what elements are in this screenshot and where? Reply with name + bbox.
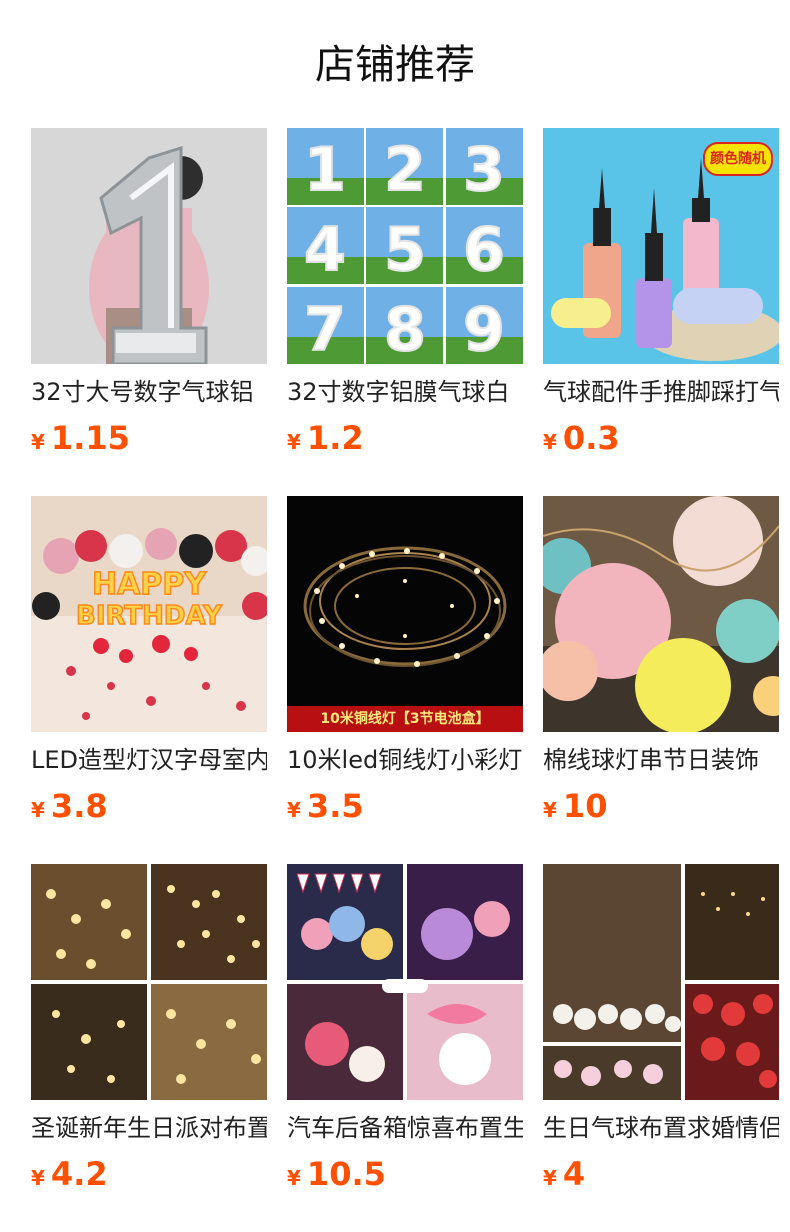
svg-text:5: 5 <box>384 215 426 285</box>
product-price: ¥1.15 <box>31 416 130 460</box>
page-title: 店铺推荐 <box>315 42 475 88</box>
product-card[interactable]: 生日气球布置求婚情侣 ¥4 <box>543 864 779 1204</box>
product-banner: 10米铜线灯【3节电池盒】 <box>287 706 523 732</box>
currency-symbol: ¥ <box>543 1166 557 1190</box>
product-name[interactable]: 32寸大号数字气球铝 <box>31 376 267 408</box>
svg-text:9: 9 <box>463 295 505 364</box>
svg-text:7: 7 <box>304 295 346 364</box>
color-random-badge: 颜色随机 <box>703 142 773 176</box>
product-card[interactable]: 棉线球灯串节日装饰 ¥10 <box>543 496 779 836</box>
currency-symbol: ¥ <box>31 430 45 454</box>
price-value: 10 <box>562 787 608 825</box>
price-value: 4.2 <box>50 1155 108 1193</box>
product-name[interactable]: 圣诞新年生日派对布置 <box>31 1112 267 1144</box>
svg-text:3: 3 <box>463 135 505 205</box>
product-name[interactable]: 汽车后备箱惊喜布置生 <box>287 1112 523 1144</box>
product-image[interactable] <box>31 128 267 364</box>
product-image[interactable]: 10米铜线灯【3节电池盒】 <box>287 496 523 732</box>
currency-symbol: ¥ <box>287 798 301 822</box>
product-name[interactable]: 10米led铜线灯小彩灯 <box>287 744 523 776</box>
product-name[interactable]: 32寸数字铝膜气球白 <box>287 376 523 408</box>
product-card[interactable]: 汽车后备箱惊喜布置生 ¥10.5 <box>287 864 523 1204</box>
currency-symbol: ¥ <box>31 1166 45 1190</box>
product-card[interactable]: HAPPY BIRTHDAY LED造型灯汉字母室内 ¥3.8 <box>31 496 267 836</box>
product-image[interactable] <box>543 496 779 732</box>
svg-text:BIRTHDAY: BIRTHDAY <box>76 601 223 631</box>
svg-text:2: 2 <box>384 135 426 205</box>
svg-text:8: 8 <box>384 295 426 364</box>
price-value: 1.2 <box>306 419 364 457</box>
product-card[interactable]: 1 2 3 4 5 6 7 8 9 32寸数字铝膜气球白 ¥1.2 <box>287 128 523 468</box>
product-name[interactable]: LED造型灯汉字母室内 <box>31 744 267 776</box>
product-card[interactable]: 10米铜线灯【3节电池盒】 10米led铜线灯小彩灯 ¥3.5 <box>287 496 523 836</box>
price-value: 4 <box>562 1155 586 1193</box>
product-image[interactable]: 1 2 3 4 5 6 7 8 9 <box>287 128 523 364</box>
product-image[interactable] <box>543 864 779 1100</box>
currency-symbol: ¥ <box>287 1166 301 1190</box>
price-value: 0.3 <box>562 419 620 457</box>
product-price: ¥1.2 <box>287 416 364 460</box>
product-name[interactable]: 棉线球灯串节日装饰 <box>543 744 779 776</box>
product-image[interactable]: 颜色随机 <box>543 128 779 364</box>
price-value: 3.5 <box>306 787 364 825</box>
svg-text:HAPPY: HAPPY <box>92 567 207 602</box>
product-card[interactable]: 圣诞新年生日派对布置 ¥4.2 <box>31 864 267 1204</box>
product-image[interactable]: HAPPY BIRTHDAY <box>31 496 267 732</box>
currency-symbol: ¥ <box>543 430 557 454</box>
svg-text:1: 1 <box>304 135 346 205</box>
price-value: 10.5 <box>306 1155 386 1193</box>
price-value: 1.15 <box>50 419 130 457</box>
product-price: ¥4.2 <box>31 1152 108 1196</box>
currency-symbol: ¥ <box>543 798 557 822</box>
product-image[interactable] <box>31 864 267 1100</box>
product-price: ¥10.5 <box>287 1152 386 1196</box>
product-price: ¥10 <box>543 784 607 828</box>
price-value: 3.8 <box>50 787 108 825</box>
product-image[interactable] <box>287 864 523 1100</box>
currency-symbol: ¥ <box>287 430 301 454</box>
product-card[interactable]: 32寸大号数字气球铝 ¥1.15 <box>31 128 267 468</box>
svg-text:6: 6 <box>463 215 505 285</box>
currency-symbol: ¥ <box>31 798 45 822</box>
product-price: ¥0.3 <box>543 416 620 460</box>
product-price: ¥3.5 <box>287 784 364 828</box>
product-card[interactable]: 颜色随机 气球配件手推脚踩打气 ¥0.3 <box>543 128 779 468</box>
svg-text:4: 4 <box>304 215 346 285</box>
product-price: ¥3.8 <box>31 784 108 828</box>
product-name[interactable]: 气球配件手推脚踩打气 <box>543 376 779 408</box>
product-price: ¥4 <box>543 1152 585 1196</box>
product-name[interactable]: 生日气球布置求婚情侣 <box>543 1112 779 1144</box>
